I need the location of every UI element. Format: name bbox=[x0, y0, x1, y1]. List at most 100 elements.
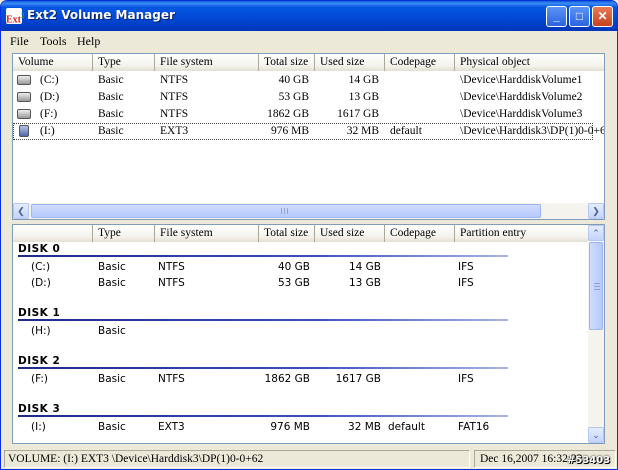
cell-type: Basic bbox=[98, 91, 124, 103]
menu-file[interactable]: File bbox=[10, 34, 29, 49]
hard-drive-icon bbox=[17, 109, 31, 119]
vertical-scroll-thumb[interactable] bbox=[589, 242, 603, 330]
partition-codepage bbox=[388, 323, 458, 339]
horizontal-scrollbar[interactable]: ❮ ❯ bbox=[13, 203, 604, 219]
watermark: #53403 bbox=[567, 455, 611, 466]
partition-fs: NTFS bbox=[158, 277, 185, 289]
chevron-down-icon: ⌄ bbox=[592, 430, 600, 440]
disk-column-header-7[interactable]: Partition entry bbox=[455, 225, 589, 242]
partition-codepage bbox=[388, 275, 458, 291]
partition-entry: IFS bbox=[458, 261, 474, 273]
disk-column-header-5[interactable]: Used size bbox=[315, 225, 385, 242]
partition-codepage: default bbox=[388, 421, 425, 433]
partition-codepage bbox=[388, 259, 458, 275]
partition-volume: (C:) bbox=[31, 261, 51, 273]
cell-type: Basic bbox=[98, 74, 124, 86]
cell-used: 13 GB bbox=[348, 91, 379, 103]
cell-total: 1862 GB bbox=[267, 108, 309, 120]
disk-column-header-6[interactable]: Codepage bbox=[385, 225, 455, 242]
cell-used: 1617 GB bbox=[337, 108, 379, 120]
partition-used bbox=[313, 323, 381, 339]
partition-fs: NTFS bbox=[158, 373, 185, 385]
cell-fs: NTFS bbox=[160, 108, 189, 120]
disk-column-header-3[interactable]: File system bbox=[155, 225, 259, 242]
cell-total: 976 MB bbox=[270, 125, 309, 137]
partition-entry: FAT16 bbox=[458, 421, 490, 433]
column-header-2[interactable]: Type bbox=[93, 54, 155, 71]
partition-row[interactable]: (C:) Basic NTFS 40 GB 14 GB IFS bbox=[13, 259, 583, 275]
column-header-4[interactable]: Total size bbox=[259, 54, 315, 71]
partition-row[interactable]: (D:) Basic NTFS 53 GB 13 GB IFS bbox=[13, 275, 583, 291]
app-icon: Ext2 bbox=[6, 8, 25, 25]
disk-list[interactable]: Type File system Total size Used size Codepa… bbox=[12, 224, 605, 444]
cell-volume: (I:) bbox=[40, 125, 55, 137]
status-bar: VOLUME: (I:) EXT3 \Device\Harddisk3\DP(1… bbox=[4, 450, 616, 468]
scroll-down-button[interactable]: ⌄ bbox=[588, 427, 604, 443]
cell-codepage bbox=[385, 89, 455, 106]
volume-list[interactable]: Volume Type File system Total size Used size… bbox=[12, 53, 605, 220]
table-row[interactable]: (C:) Basic NTFS 40 GB 14 GB \Device\HarddiskV… bbox=[13, 72, 593, 89]
title-bar[interactable]: Ext2 Ext2 Volume Manager _ □ ✕ bbox=[1, 1, 617, 31]
maximize-icon: □ bbox=[575, 9, 584, 23]
partition-row[interactable]: (F:) Basic NTFS 1862 GB 1617 GB IFS bbox=[13, 371, 583, 387]
chevron-right-icon: ❯ bbox=[592, 206, 600, 216]
menu-help[interactable]: Help bbox=[77, 34, 100, 49]
minimize-icon: _ bbox=[553, 9, 560, 23]
disk-list-header: Type File system Total size Used size Codepa… bbox=[13, 225, 589, 242]
partition-total: 40 GB bbox=[277, 261, 310, 273]
disk-group-divider bbox=[18, 319, 508, 321]
partition-type: Basic bbox=[98, 421, 126, 433]
partition-entry bbox=[458, 323, 578, 339]
column-header-3[interactable]: File system bbox=[155, 54, 259, 71]
partition-type: Basic bbox=[98, 261, 126, 273]
cell-type: Basic bbox=[98, 108, 124, 120]
menu-tools[interactable]: Tools bbox=[40, 34, 67, 49]
partition-total: 1862 GB bbox=[264, 373, 310, 385]
column-header-1[interactable]: Volume bbox=[13, 54, 93, 71]
scroll-up-button[interactable]: ⌃ bbox=[588, 225, 604, 241]
column-header-6[interactable]: Codepage bbox=[385, 54, 455, 71]
usb-drive-icon bbox=[19, 125, 29, 137]
horizontal-scroll-thumb[interactable] bbox=[31, 204, 541, 218]
volume-list-header: Volume Type File system Total size Used size… bbox=[13, 54, 604, 71]
maximize-button[interactable]: □ bbox=[569, 6, 590, 27]
hard-drive-icon bbox=[17, 92, 31, 102]
cell-object: \Device\HarddiskVolume3 bbox=[460, 108, 583, 120]
partition-fs: NTFS bbox=[158, 261, 185, 273]
chevron-up-icon: ⌃ bbox=[592, 228, 600, 238]
close-button[interactable]: ✕ bbox=[592, 6, 613, 27]
disk-column-header-2[interactable]: Type bbox=[93, 225, 155, 242]
cell-object: \Device\HarddiskVolume2 bbox=[460, 91, 583, 103]
partition-used: 13 GB bbox=[348, 277, 381, 289]
cell-volume: (F:) bbox=[40, 108, 58, 120]
disk-column-header-1[interactable] bbox=[13, 225, 93, 242]
partition-codepage bbox=[388, 371, 458, 387]
scroll-left-button[interactable]: ❮ bbox=[13, 203, 29, 219]
close-icon: ✕ bbox=[597, 9, 608, 23]
partition-type: Basic bbox=[98, 277, 126, 289]
scroll-right-button[interactable]: ❯ bbox=[588, 203, 604, 219]
vertical-scrollbar[interactable]: ⌃ ⌄ bbox=[588, 225, 604, 443]
partition-type: Basic bbox=[98, 373, 126, 385]
partition-volume: (F:) bbox=[31, 373, 48, 385]
partition-row[interactable]: (I:) Basic EXT3 976 MB 32 MB default FAT16 bbox=[13, 419, 583, 435]
cell-codepage bbox=[385, 106, 455, 123]
table-row[interactable]: (F:) Basic NTFS 1862 GB 1617 GB \Device\Hardd… bbox=[13, 106, 593, 123]
cell-volume: (C:) bbox=[40, 74, 59, 86]
status-volume-info: VOLUME: (I:) EXT3 \Device\Harddisk3\DP(1… bbox=[4, 450, 470, 468]
table-row[interactable]: (I:) Basic EXT3 976 MB 32 MB default \Device\H… bbox=[13, 123, 604, 140]
window-title: Ext2 Volume Manager bbox=[27, 8, 175, 22]
main-window: Ext2 Ext2 Volume Manager _ □ ✕ File Tool… bbox=[0, 0, 618, 470]
column-header-7[interactable]: Physical object bbox=[455, 54, 604, 71]
minimize-button[interactable]: _ bbox=[546, 6, 567, 27]
partition-used: 32 MB bbox=[348, 421, 381, 433]
partition-used: 14 GB bbox=[348, 261, 381, 273]
disk-column-header-4[interactable]: Total size bbox=[259, 225, 315, 242]
table-row[interactable]: (D:) Basic NTFS 53 GB 13 GB \Device\HarddiskV… bbox=[13, 89, 593, 106]
partition-row[interactable]: (H:) Basic bbox=[13, 323, 583, 339]
partition-entry: IFS bbox=[458, 277, 474, 289]
cell-used: 14 GB bbox=[348, 74, 379, 86]
disk-group-divider bbox=[18, 415, 508, 417]
column-header-5[interactable]: Used size bbox=[315, 54, 385, 71]
cell-codepage: default bbox=[390, 125, 422, 137]
